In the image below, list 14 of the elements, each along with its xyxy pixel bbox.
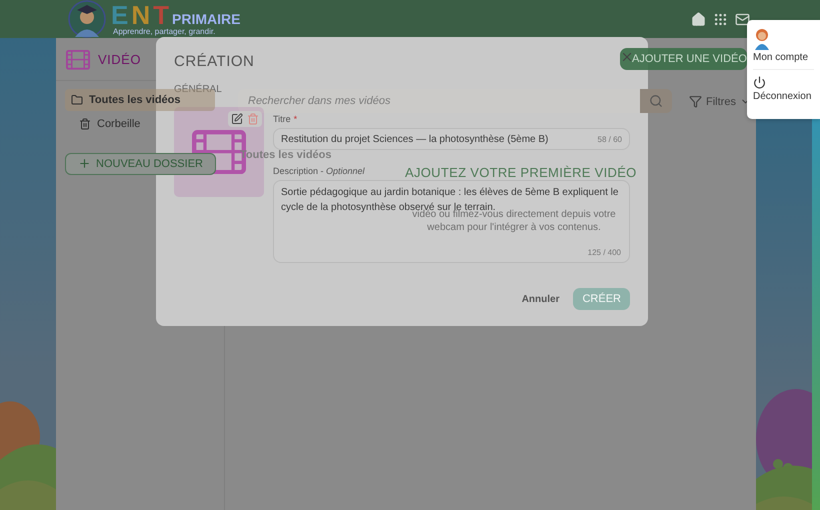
section-title: VIDÉO xyxy=(98,52,141,68)
character-counter: 125 / 400 xyxy=(588,248,621,257)
required-mark: * xyxy=(294,114,298,124)
logo-tagline: Apprendre, partager, grandir. xyxy=(113,28,216,36)
logo-letter: E xyxy=(111,2,128,28)
dialog-title: CRÉATION xyxy=(174,53,254,70)
field-label: Titre xyxy=(273,114,291,124)
character-counter: 58 / 60 xyxy=(598,134,622,144)
logo-letter: T xyxy=(153,2,170,28)
empty-state-text: vidéo ou filmez-vous directement depuis votre webcam pour l'intégrer à vos contenus. xyxy=(412,209,617,234)
field-label: Description - Optionnel xyxy=(273,166,365,176)
empty-state-title: AJOUTEZ VOTRE PREMIÈRE VIDÉO xyxy=(405,165,637,180)
logo-letter: N xyxy=(131,2,150,28)
logo-word: PRIMAIRE xyxy=(172,12,240,26)
